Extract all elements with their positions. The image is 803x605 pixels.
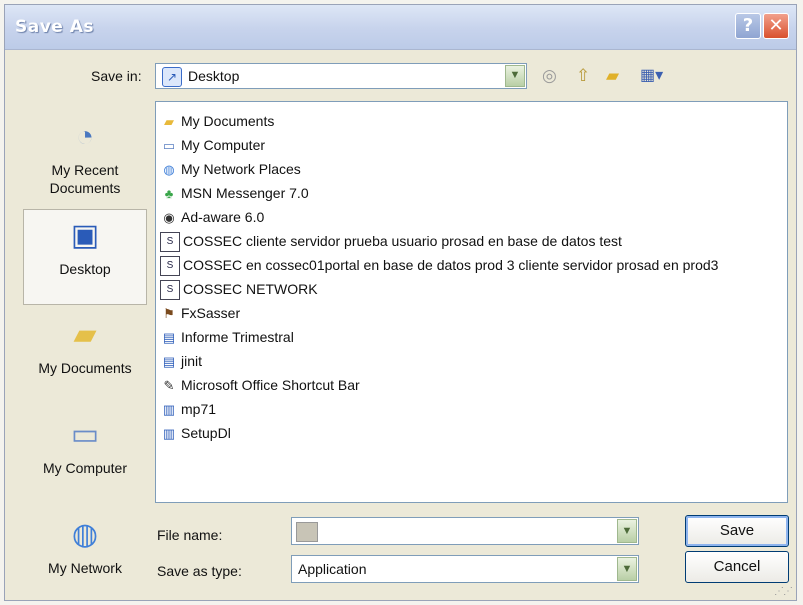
file-name: jinit <box>181 353 203 369</box>
list-item[interactable]: ▤ Informe Trimestral <box>160 326 294 348</box>
folder-icon: ▰ <box>164 114 174 130</box>
save-as-type-label: Save as type: <box>157 563 242 579</box>
list-item[interactable]: ♣ MSN Messenger 7.0 <box>160 182 309 204</box>
save-button[interactable]: Save <box>685 515 789 547</box>
save-in-value: Desktop <box>188 68 240 84</box>
close-button[interactable]: ✕ <box>763 13 789 39</box>
msn-icon: ♣ <box>164 186 174 202</box>
file-name: Informe Trimestral <box>181 329 294 345</box>
file-name: SetupDl <box>181 425 231 441</box>
desktop-icon: ▣ <box>70 219 100 252</box>
document-icon: ▥ <box>162 426 176 442</box>
list-item[interactable]: ⚑ FxSasser <box>160 302 240 324</box>
list-item[interactable]: ▤ jinit <box>160 350 202 372</box>
place-label: My Network <box>48 560 122 576</box>
file-name: FxSasser <box>181 305 241 321</box>
title-bar[interactable]: Save As ? ✕ <box>5 5 796 50</box>
list-item[interactable]: ◉ Ad-aware 6.0 <box>160 206 264 228</box>
recent-documents-icon: ◔ <box>75 120 95 153</box>
file-name: MSN Messenger 7.0 <box>181 185 309 201</box>
place-label: My Computer <box>42 460 128 476</box>
resize-grip-icon[interactable]: ⋰⋰ <box>774 586 793 597</box>
window-title: Save As <box>15 17 95 37</box>
office-icon: ✎ <box>163 378 175 394</box>
my-network-icon: ◍ <box>71 518 99 551</box>
file-name: mp71 <box>181 401 217 417</box>
places-bar: ◔ My Recent Documents ▣ Desktop ▰ My Docu… <box>23 101 147 589</box>
adaware-icon: ◉ <box>163 210 175 226</box>
chevron-down-icon[interactable]: ▼ <box>617 557 637 581</box>
place-desktop[interactable]: ▣ Desktop <box>23 209 147 305</box>
place-my-documents[interactable]: ▰ My Documents <box>23 315 147 377</box>
list-item[interactable]: ▥ SetupDl <box>160 422 231 444</box>
shortcut-icon: S <box>160 280 180 301</box>
list-item[interactable]: ▥ mp71 <box>160 398 216 420</box>
place-my-network[interactable]: ◍ My Network <box>23 515 147 577</box>
back-icon[interactable]: ◎ <box>542 65 557 87</box>
my-computer-icon: ▭ <box>70 418 100 451</box>
file-list[interactable]: ▰ My Documents ▭ My Computer ◍ My Network P… <box>155 101 788 503</box>
save-as-type-dropdown[interactable]: Application ▼ <box>291 555 639 583</box>
shortcut-icon: S <box>160 256 180 277</box>
my-documents-icon: ▰ <box>73 318 97 351</box>
save-in-dropdown[interactable]: ↗ Desktop ▼ <box>155 63 527 89</box>
file-name: Ad-aware 6.0 <box>181 209 265 225</box>
application-icon <box>296 522 318 542</box>
up-folder-icon[interactable]: ⇧ <box>576 65 590 87</box>
save-in-label: Save in: <box>91 68 142 84</box>
shortcut-icon: ▤ <box>162 330 176 346</box>
list-item[interactable]: S COSSEC en cossec01portal en base de dat… <box>160 254 719 277</box>
list-item[interactable]: ◍ My Network Places <box>160 158 301 180</box>
file-name: My Network Places <box>181 161 301 177</box>
file-name: My Documents <box>181 113 275 129</box>
list-item[interactable]: ▭ My Computer <box>160 134 265 156</box>
views-menu-icon[interactable]: ▦▾ <box>640 65 663 87</box>
document-icon: ▥ <box>162 402 176 418</box>
file-name: Microsoft Office Shortcut Bar <box>181 377 360 393</box>
file-name: COSSEC cliente servidor prueba usuario p… <box>183 233 622 249</box>
file-name-field[interactable]: ▼ <box>291 517 639 545</box>
place-my-computer[interactable]: ▭ My Computer <box>23 415 147 477</box>
save-as-type-value: Application <box>298 561 367 577</box>
help-button[interactable]: ? <box>735 13 761 39</box>
place-label: My Documents <box>38 360 132 376</box>
chevron-down-icon[interactable]: ▼ <box>505 65 525 87</box>
list-item[interactable]: ▰ My Documents <box>160 110 274 132</box>
computer-icon: ▭ <box>162 138 176 154</box>
list-item[interactable]: S COSSEC cliente servidor prueba usuario … <box>160 230 622 253</box>
place-label: My Recent Documents <box>49 162 121 196</box>
place-label: Desktop <box>59 261 111 277</box>
file-name: My Computer <box>181 137 266 153</box>
list-item[interactable]: S COSSEC NETWORK <box>160 278 318 301</box>
chevron-down-icon[interactable]: ▼ <box>617 519 637 543</box>
network-places-icon: ◍ <box>163 162 175 178</box>
file-name: COSSEC NETWORK <box>183 281 318 297</box>
list-item[interactable]: ✎ Microsoft Office Shortcut Bar <box>160 374 360 396</box>
cancel-button[interactable]: Cancel <box>685 551 789 583</box>
file-name-label: File name: <box>157 527 223 543</box>
shortcut-icon: ▤ <box>162 354 176 370</box>
new-folder-icon[interactable]: ▰ <box>606 65 619 87</box>
file-name: COSSEC en cossec01portal en base de dato… <box>183 257 719 273</box>
save-as-dialog: Save As ? ✕ Save in: ↗ Desktop ▼ ◎ ⇧ ▰ ▦… <box>4 4 797 601</box>
shortcut-icon: S <box>160 232 180 253</box>
place-my-recent-documents[interactable]: ◔ My Recent Documents <box>23 117 147 197</box>
desktop-icon: ↗ <box>162 67 182 87</box>
fxsasser-icon: ⚑ <box>163 306 175 322</box>
